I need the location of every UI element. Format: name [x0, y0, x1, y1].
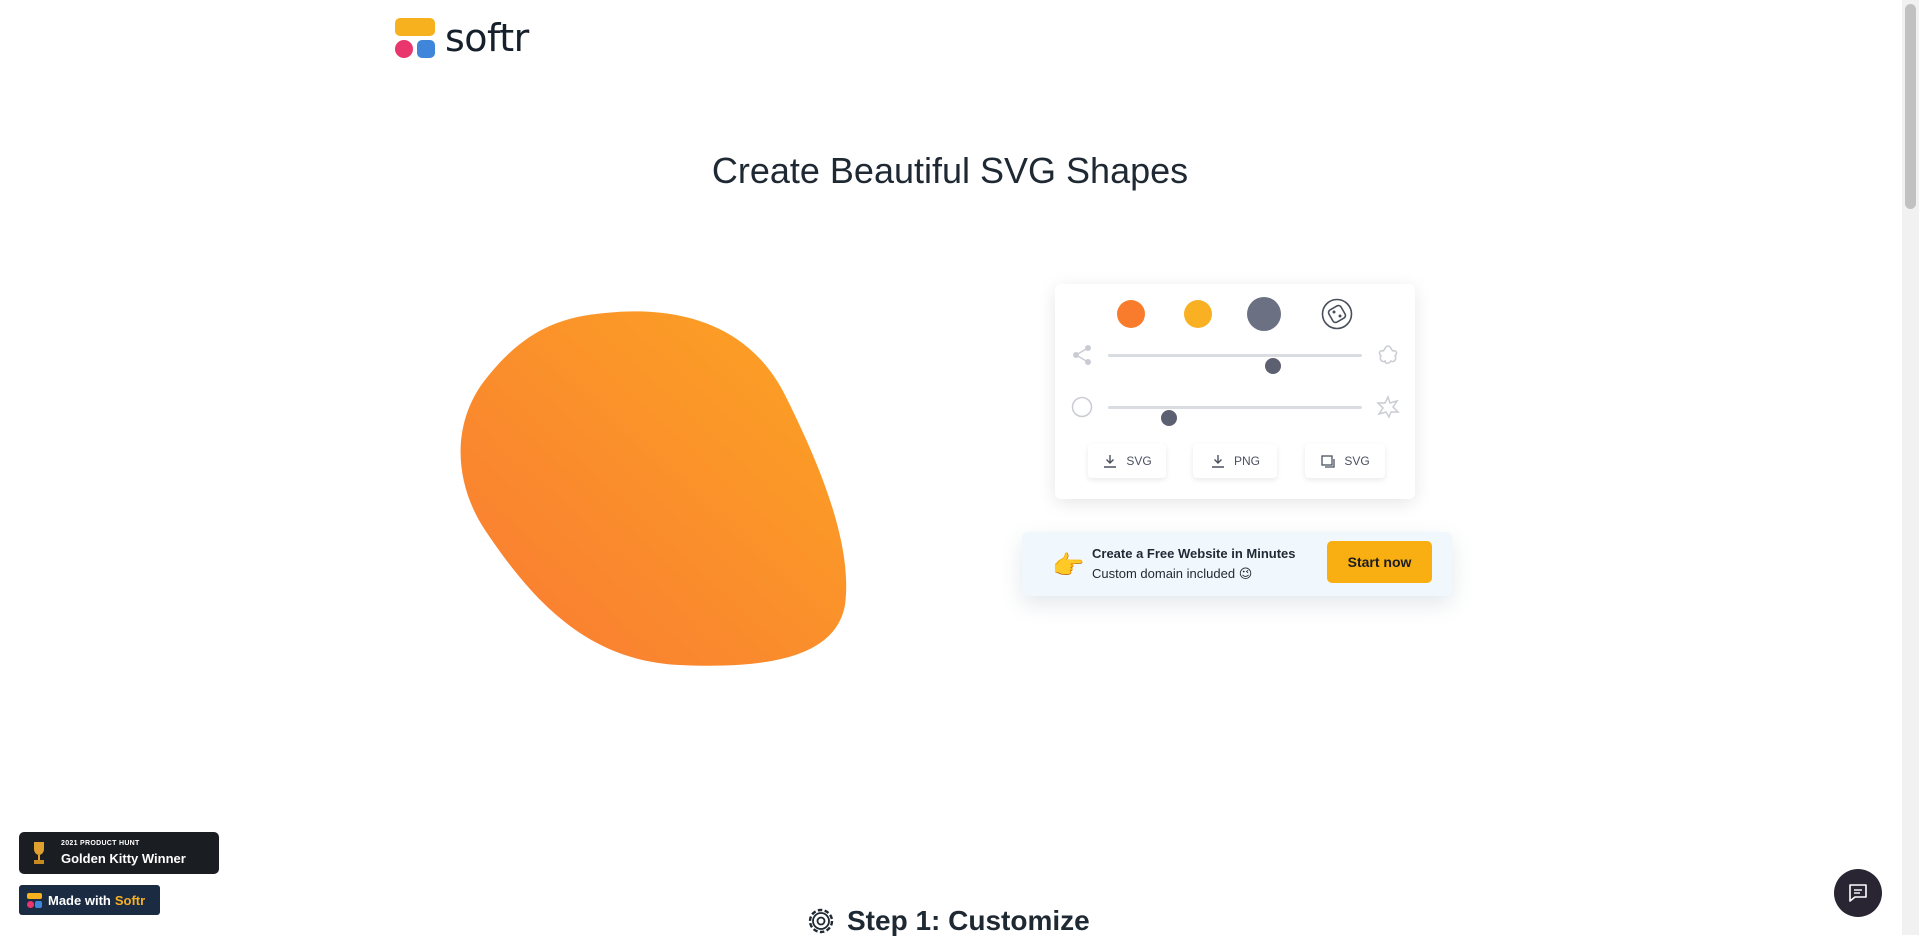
slider-track[interactable] — [1108, 354, 1362, 374]
download-svg-label: SVG — [1126, 454, 1152, 468]
softr-logo[interactable]: softr — [395, 17, 540, 59]
promo-banner: 👉 Create a Free Website in Minutes Custo… — [1022, 532, 1452, 596]
product-hunt-year-label: 2021 PRODUCT HUNT — [61, 840, 140, 847]
trophy-icon — [34, 842, 44, 864]
download-png-label: PNG — [1233, 454, 1260, 468]
dice-icon[interactable] — [1321, 298, 1353, 330]
share-nodes-icon — [1073, 345, 1091, 365]
controls-panel: SVG PNG SVG — [1055, 284, 1415, 499]
gear-icon — [808, 908, 834, 934]
chat-button[interactable] — [1834, 869, 1882, 917]
flower-shape-icon — [1378, 345, 1398, 364]
copy-svg-button[interactable]: SVG — [1305, 444, 1385, 478]
copy-svg-label: SVG — [1344, 454, 1370, 468]
promo-subtitle: Custom domain included 😉 — [1092, 566, 1253, 581]
blob-shape-preview — [460, 311, 847, 666]
softr-logo-mark — [395, 18, 435, 58]
scrollbar-thumb[interactable] — [1905, 4, 1916, 209]
complexity-slider[interactable] — [1070, 343, 1400, 374]
product-hunt-badge[interactable]: 2021 PRODUCT HUNT Golden Kitty Winner — [19, 832, 219, 874]
copy-icon — [1321, 455, 1335, 468]
start-now-button[interactable]: Start now — [1327, 541, 1432, 583]
page-title: Create Beautiful SVG Shapes — [711, 150, 1189, 191]
step-1-title: Step 1: Customize — [847, 905, 1090, 936]
download-icon — [1211, 455, 1224, 468]
made-with-label: Made with — [48, 892, 111, 908]
softr-brand-label: Softr — [114, 892, 146, 908]
randomness-slider[interactable] — [1070, 395, 1400, 426]
star-burst-icon — [1376, 395, 1400, 419]
color-swatch-yellow[interactable] — [1184, 300, 1212, 328]
golden-kitty-label: Golden Kitty Winner — [61, 851, 186, 866]
slider-thumb[interactable] — [1160, 410, 1177, 426]
softr-mini-logo — [27, 892, 42, 908]
circle-outline-icon — [1071, 396, 1093, 418]
promo-title: Create a Free Website in Minutes — [1092, 546, 1296, 561]
download-svg-button[interactable]: SVG — [1088, 444, 1166, 478]
color-swatch-orange[interactable] — [1117, 300, 1145, 328]
slider-thumb[interactable] — [1265, 358, 1282, 374]
made-with-softr-badge[interactable]: Made with Softr — [19, 885, 160, 915]
pointing-hand-icon: 👉 — [1052, 550, 1085, 580]
logo-text: softr — [445, 16, 529, 60]
page-scrollbar[interactable] — [1902, 0, 1919, 935]
chat-icon — [1849, 884, 1867, 902]
download-icon — [1104, 455, 1117, 468]
color-swatch-gray[interactable] — [1247, 297, 1281, 331]
download-png-button[interactable]: PNG — [1193, 444, 1277, 478]
step-1-heading: Step 1: Customize — [805, 903, 1090, 939]
slider-track[interactable] — [1108, 406, 1362, 426]
